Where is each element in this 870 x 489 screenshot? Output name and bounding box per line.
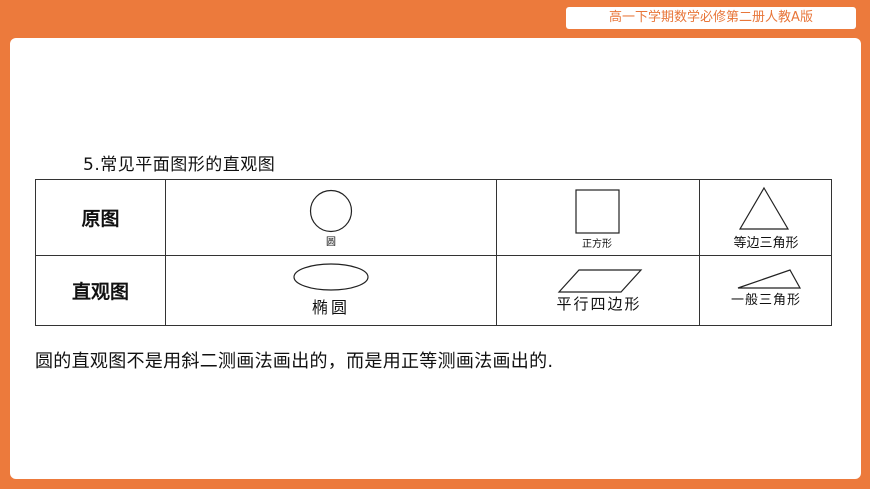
row-label-intuitive: 直观图: [35, 255, 166, 326]
caption-square: 正方形: [582, 239, 612, 250]
general-triangle-shape: [737, 269, 802, 289]
cell-ellipse: 椭圆: [165, 255, 497, 326]
cell-square: 正方形: [496, 179, 700, 256]
shapes-table: 原图 圆 正方形 等边三角形 直观图 椭圆 平行四边形 一般三角形: [35, 179, 832, 326]
ellipse-shape: [293, 263, 369, 291]
circle-shape: [309, 189, 353, 233]
explanation-note: 圆的直观图不是用斜二测画法画出的，而是用正等测画法画出的.: [35, 351, 554, 372]
table-row-original: 原图 圆 正方形 等边三角形: [35, 179, 832, 256]
caption-ellipse: 椭圆: [311, 298, 350, 317]
course-badge: 高一下学期数学必修第二册人教A版: [566, 7, 856, 29]
cell-general-triangle: 一般三角形: [699, 255, 832, 326]
cell-parallelogram: 平行四边形: [496, 255, 700, 326]
caption-circle: 圆: [326, 237, 336, 248]
caption-general-triangle: 一般三角形: [730, 293, 801, 308]
equilateral-triangle-shape: [738, 186, 790, 230]
cell-circle: 圆: [165, 179, 497, 256]
parallelogram-shape: [557, 269, 643, 293]
section-heading: 5.常见平面图形的直观图: [83, 155, 276, 175]
caption-equilateral-triangle: 等边三角形: [733, 236, 799, 251]
caption-parallelogram: 平行四边形: [556, 295, 642, 313]
row-label-original: 原图: [35, 179, 166, 256]
square-shape: [575, 189, 620, 234]
cell-equilateral-triangle: 等边三角形: [699, 179, 832, 256]
table-row-intuitive: 直观图 椭圆 平行四边形 一般三角形: [35, 255, 832, 326]
